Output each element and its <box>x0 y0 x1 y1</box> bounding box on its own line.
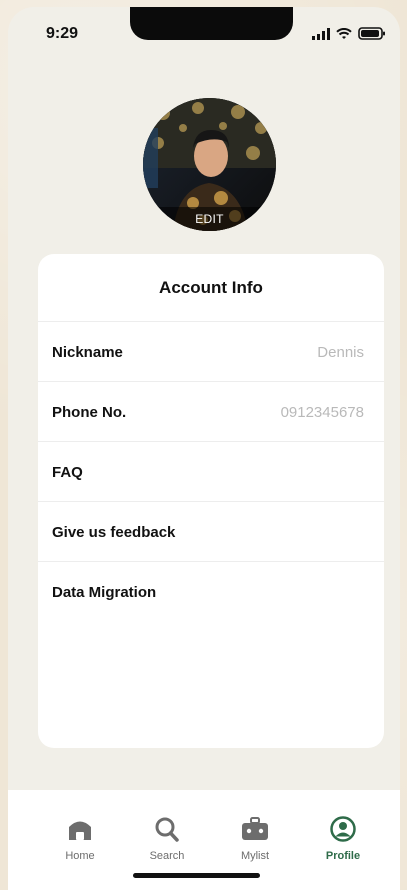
phone-row[interactable]: Phone No. 0912345678 <box>38 381 384 442</box>
signal-icon <box>312 27 330 45</box>
home-indicator[interactable] <box>133 873 260 878</box>
status-icons <box>312 27 386 45</box>
wifi-icon <box>336 27 352 45</box>
tab-home-label: Home <box>65 850 95 862</box>
tab-search-label: Search <box>149 850 185 862</box>
status-time: 9:29 <box>46 25 79 42</box>
tab-profile[interactable]: Profile <box>308 816 378 862</box>
search-icon <box>155 817 179 842</box>
tab-home[interactable]: Home <box>45 816 115 862</box>
nickname-value: Dennis <box>317 343 364 361</box>
tab-mylist[interactable]: Mylist <box>220 816 290 862</box>
notch <box>130 7 293 40</box>
tab-mylist-label: Mylist <box>240 850 270 862</box>
phone-label: Phone No. <box>52 403 127 421</box>
tab-profile-label: Profile <box>325 850 361 862</box>
edit-avatar-button[interactable]: EDIT <box>143 212 276 226</box>
data-migration-label: Data Migration <box>52 583 157 601</box>
phone-value: 0912345678 <box>280 403 364 421</box>
profile-icon <box>330 816 356 842</box>
phone-screen: 9:29 EDIT Account Info Nickname Dennis P… <box>8 7 400 890</box>
avatar[interactable]: EDIT <box>143 98 276 231</box>
feedback-label: Give us feedback <box>52 523 176 541</box>
nickname-row[interactable]: Nickname Dennis <box>38 321 384 382</box>
faq-label: FAQ <box>52 463 83 481</box>
tab-search[interactable]: Search <box>132 816 202 862</box>
briefcase-icon <box>242 817 268 840</box>
data-migration-row[interactable]: Data Migration <box>38 561 384 622</box>
feedback-row[interactable]: Give us feedback <box>38 501 384 562</box>
nickname-label: Nickname <box>52 343 123 361</box>
battery-icon <box>358 27 386 45</box>
account-info-title: Account Info <box>159 277 263 297</box>
faq-row[interactable]: FAQ <box>38 441 384 502</box>
account-card: Account Info Nickname Dennis Phone No. 0… <box>38 254 384 748</box>
home-icon <box>69 821 91 840</box>
